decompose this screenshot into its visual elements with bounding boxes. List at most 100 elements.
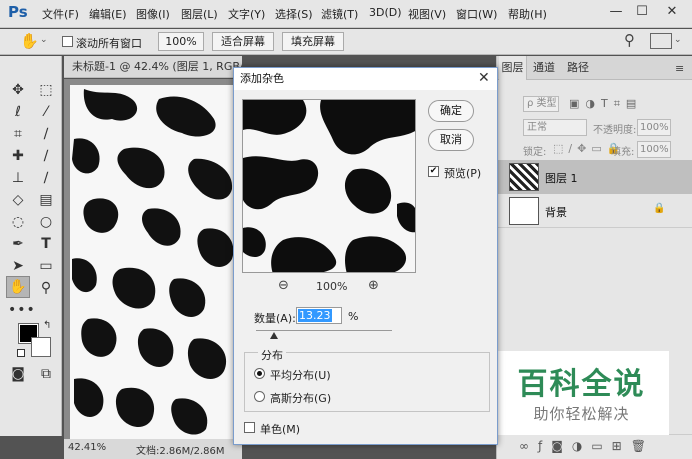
blur-tool-icon[interactable]: ◌	[8, 212, 28, 232]
background-color-swatch[interactable]	[31, 337, 51, 357]
quick-mask-icon[interactable]: ◙	[8, 364, 28, 384]
zoom-tool-icon[interactable]: ⚲	[36, 278, 56, 298]
marquee-tool-icon[interactable]: ⬚	[36, 80, 56, 100]
doc-size-status: 文档:2.86M/2.86M	[136, 446, 225, 457]
menu-filter[interactable]: 滤镜(T)	[321, 6, 358, 22]
preview-zoom-value: 100%	[316, 280, 348, 293]
screen-mode-icon[interactable]: ⧉	[36, 364, 56, 384]
layer-footer-icons[interactable]: ∞ƒ◙◑▭⊞🗑	[519, 439, 655, 453]
move-tool-icon[interactable]: ✥	[8, 80, 28, 100]
watermark: 百科全说 助你轻松解决	[494, 351, 669, 435]
close-window-button[interactable]: ✕	[660, 2, 684, 22]
menu-3d[interactable]: 3D(D)	[369, 6, 402, 19]
amount-slider-thumb[interactable]	[269, 332, 278, 339]
type-tool-icon[interactable]: T	[36, 234, 56, 254]
distribution-label: 分布	[258, 347, 286, 363]
amount-input[interactable]: 13.23	[296, 307, 342, 324]
brush-tool-icon[interactable]: ∕	[36, 146, 56, 166]
menu-layer[interactable]: 图层(L)	[181, 6, 218, 22]
layer-row[interactable]: 背景 🔒	[497, 194, 692, 228]
amount-value: 13.23	[298, 309, 332, 322]
restore-button[interactable]: ☐	[630, 2, 654, 22]
default-colors-icon[interactable]	[17, 349, 25, 357]
zoom-out-icon[interactable]: ⊖	[278, 278, 289, 293]
eraser-tool-icon[interactable]: ◇	[8, 190, 28, 210]
pen-tool-icon[interactable]: ✒	[8, 234, 28, 254]
menu-window[interactable]: 窗口(W)	[456, 6, 497, 22]
options-bar: ✋ ⌄ 滚动所有窗口 100% 适合屏幕 填充屏幕 ⚲ ⌄	[0, 29, 692, 55]
panel-menu-icon[interactable]: ≡	[675, 62, 684, 75]
menu-file[interactable]: 文件(F)	[42, 6, 79, 22]
scroll-all-label: 滚动所有窗口	[76, 37, 142, 50]
more-tools-icon[interactable]: •••	[8, 300, 35, 320]
radio-selected-dot	[257, 371, 262, 376]
crop-tool-icon[interactable]: ⌗	[8, 124, 28, 144]
uniform-label: 平均分布(U)	[270, 369, 331, 382]
swap-colors-icon[interactable]: ↰	[43, 320, 51, 331]
stamp-tool-icon[interactable]: ⊥	[8, 168, 28, 188]
gaussian-radio[interactable]	[254, 391, 265, 402]
preview-image[interactable]	[242, 99, 416, 273]
gaussian-label: 高斯分布(G)	[270, 392, 332, 405]
filter-kind-select[interactable]: ρ 类型	[523, 96, 559, 112]
monochromatic-label: 单色(M)	[260, 423, 301, 436]
opacity-label: 不透明度:	[593, 125, 637, 136]
tab-paths[interactable]: 路径	[561, 56, 595, 80]
ok-button[interactable]: 确定	[428, 100, 474, 122]
close-icon[interactable]: ✕	[478, 70, 490, 86]
layers-footer: ∞ƒ◙◑▭⊞🗑	[497, 434, 692, 459]
tab-layers[interactable]: 图层	[499, 56, 527, 80]
opacity-input[interactable]: 100%	[637, 119, 671, 136]
zoom-in-icon[interactable]: ⊕	[368, 278, 379, 293]
layer-name[interactable]: 图层 1	[545, 170, 578, 186]
fill-input[interactable]: 100%	[637, 141, 671, 158]
status-bar: 42.41% 文档:2.86M/2.86M	[64, 439, 242, 459]
menu-type[interactable]: 文字(Y)	[228, 6, 265, 22]
search-icon[interactable]: ⚲	[624, 31, 635, 49]
menu-select[interactable]: 选择(S)	[275, 6, 313, 22]
tab-channels[interactable]: 通道	[527, 56, 561, 80]
fill-screen-button[interactable]: 填充屏幕	[282, 32, 344, 51]
chevron-down-icon[interactable]: ⌄	[674, 35, 682, 45]
scroll-all-checkbox[interactable]	[62, 36, 73, 47]
document-canvas[interactable]	[64, 79, 242, 439]
menu-view[interactable]: 视图(V)	[408, 6, 446, 22]
document-tab[interactable]: 未标题-1 @ 42.4% (图层 1, RGB/8#	[64, 56, 242, 78]
preview-label: 预览(P)	[444, 167, 482, 180]
eyedropper-icon[interactable]: ∕	[36, 124, 56, 144]
cancel-button[interactable]: 取消	[428, 129, 474, 151]
watermark-title: 百科全说	[517, 367, 646, 402]
chevron-down-icon[interactable]: ⌄	[40, 35, 48, 45]
zoom-status[interactable]: 42.41%	[68, 442, 106, 453]
amount-label: 数量(A):	[254, 312, 296, 325]
gradient-tool-icon[interactable]: ▤	[36, 190, 56, 210]
amount-slider-track[interactable]	[256, 330, 392, 331]
fit-screen-button[interactable]: 适合屏幕	[212, 32, 274, 51]
lock-label: 锁定:	[523, 147, 547, 158]
layer-row[interactable]: 图层 1	[497, 160, 692, 194]
menu-image[interactable]: 图像(I)	[136, 6, 170, 22]
lasso-tool-icon[interactable]: ℓ	[8, 102, 28, 122]
hand-tool-icon[interactable]: ✋	[6, 276, 30, 298]
zoom-100-button[interactable]: 100%	[158, 32, 204, 51]
layer-name[interactable]: 背景	[545, 204, 567, 220]
preview-checkbox[interactable]: ✔	[428, 166, 439, 177]
uniform-radio[interactable]	[254, 368, 265, 379]
blend-mode-select[interactable]: 正常	[523, 119, 587, 136]
filter-icons[interactable]: ▣◑T⌗▤	[569, 97, 642, 111]
preview-pattern	[243, 100, 415, 272]
path-select-icon[interactable]: ➤	[8, 256, 28, 276]
magic-wand-icon[interactable]: ⁄	[36, 102, 56, 122]
rectangle-tool-icon[interactable]: ▭	[36, 256, 56, 276]
workspace-icon[interactable]	[650, 33, 672, 49]
dodge-tool-icon[interactable]: ○	[36, 212, 56, 232]
hand-icon[interactable]: ✋	[20, 32, 39, 50]
healing-brush-icon[interactable]: ✚	[8, 146, 28, 166]
history-brush-icon[interactable]: ∕	[36, 168, 56, 188]
layer-thumbnail	[509, 197, 539, 225]
add-noise-dialog: 添加杂色 ✕ ⊖ 100% ⊕ 确定 取消 ✔ 预览(P) 数量(A): 13.…	[233, 67, 498, 445]
menu-help[interactable]: 帮助(H)	[508, 6, 547, 22]
minimize-button[interactable]: —	[604, 2, 628, 22]
monochromatic-checkbox[interactable]	[244, 422, 255, 433]
menu-edit[interactable]: 编辑(E)	[89, 6, 127, 22]
